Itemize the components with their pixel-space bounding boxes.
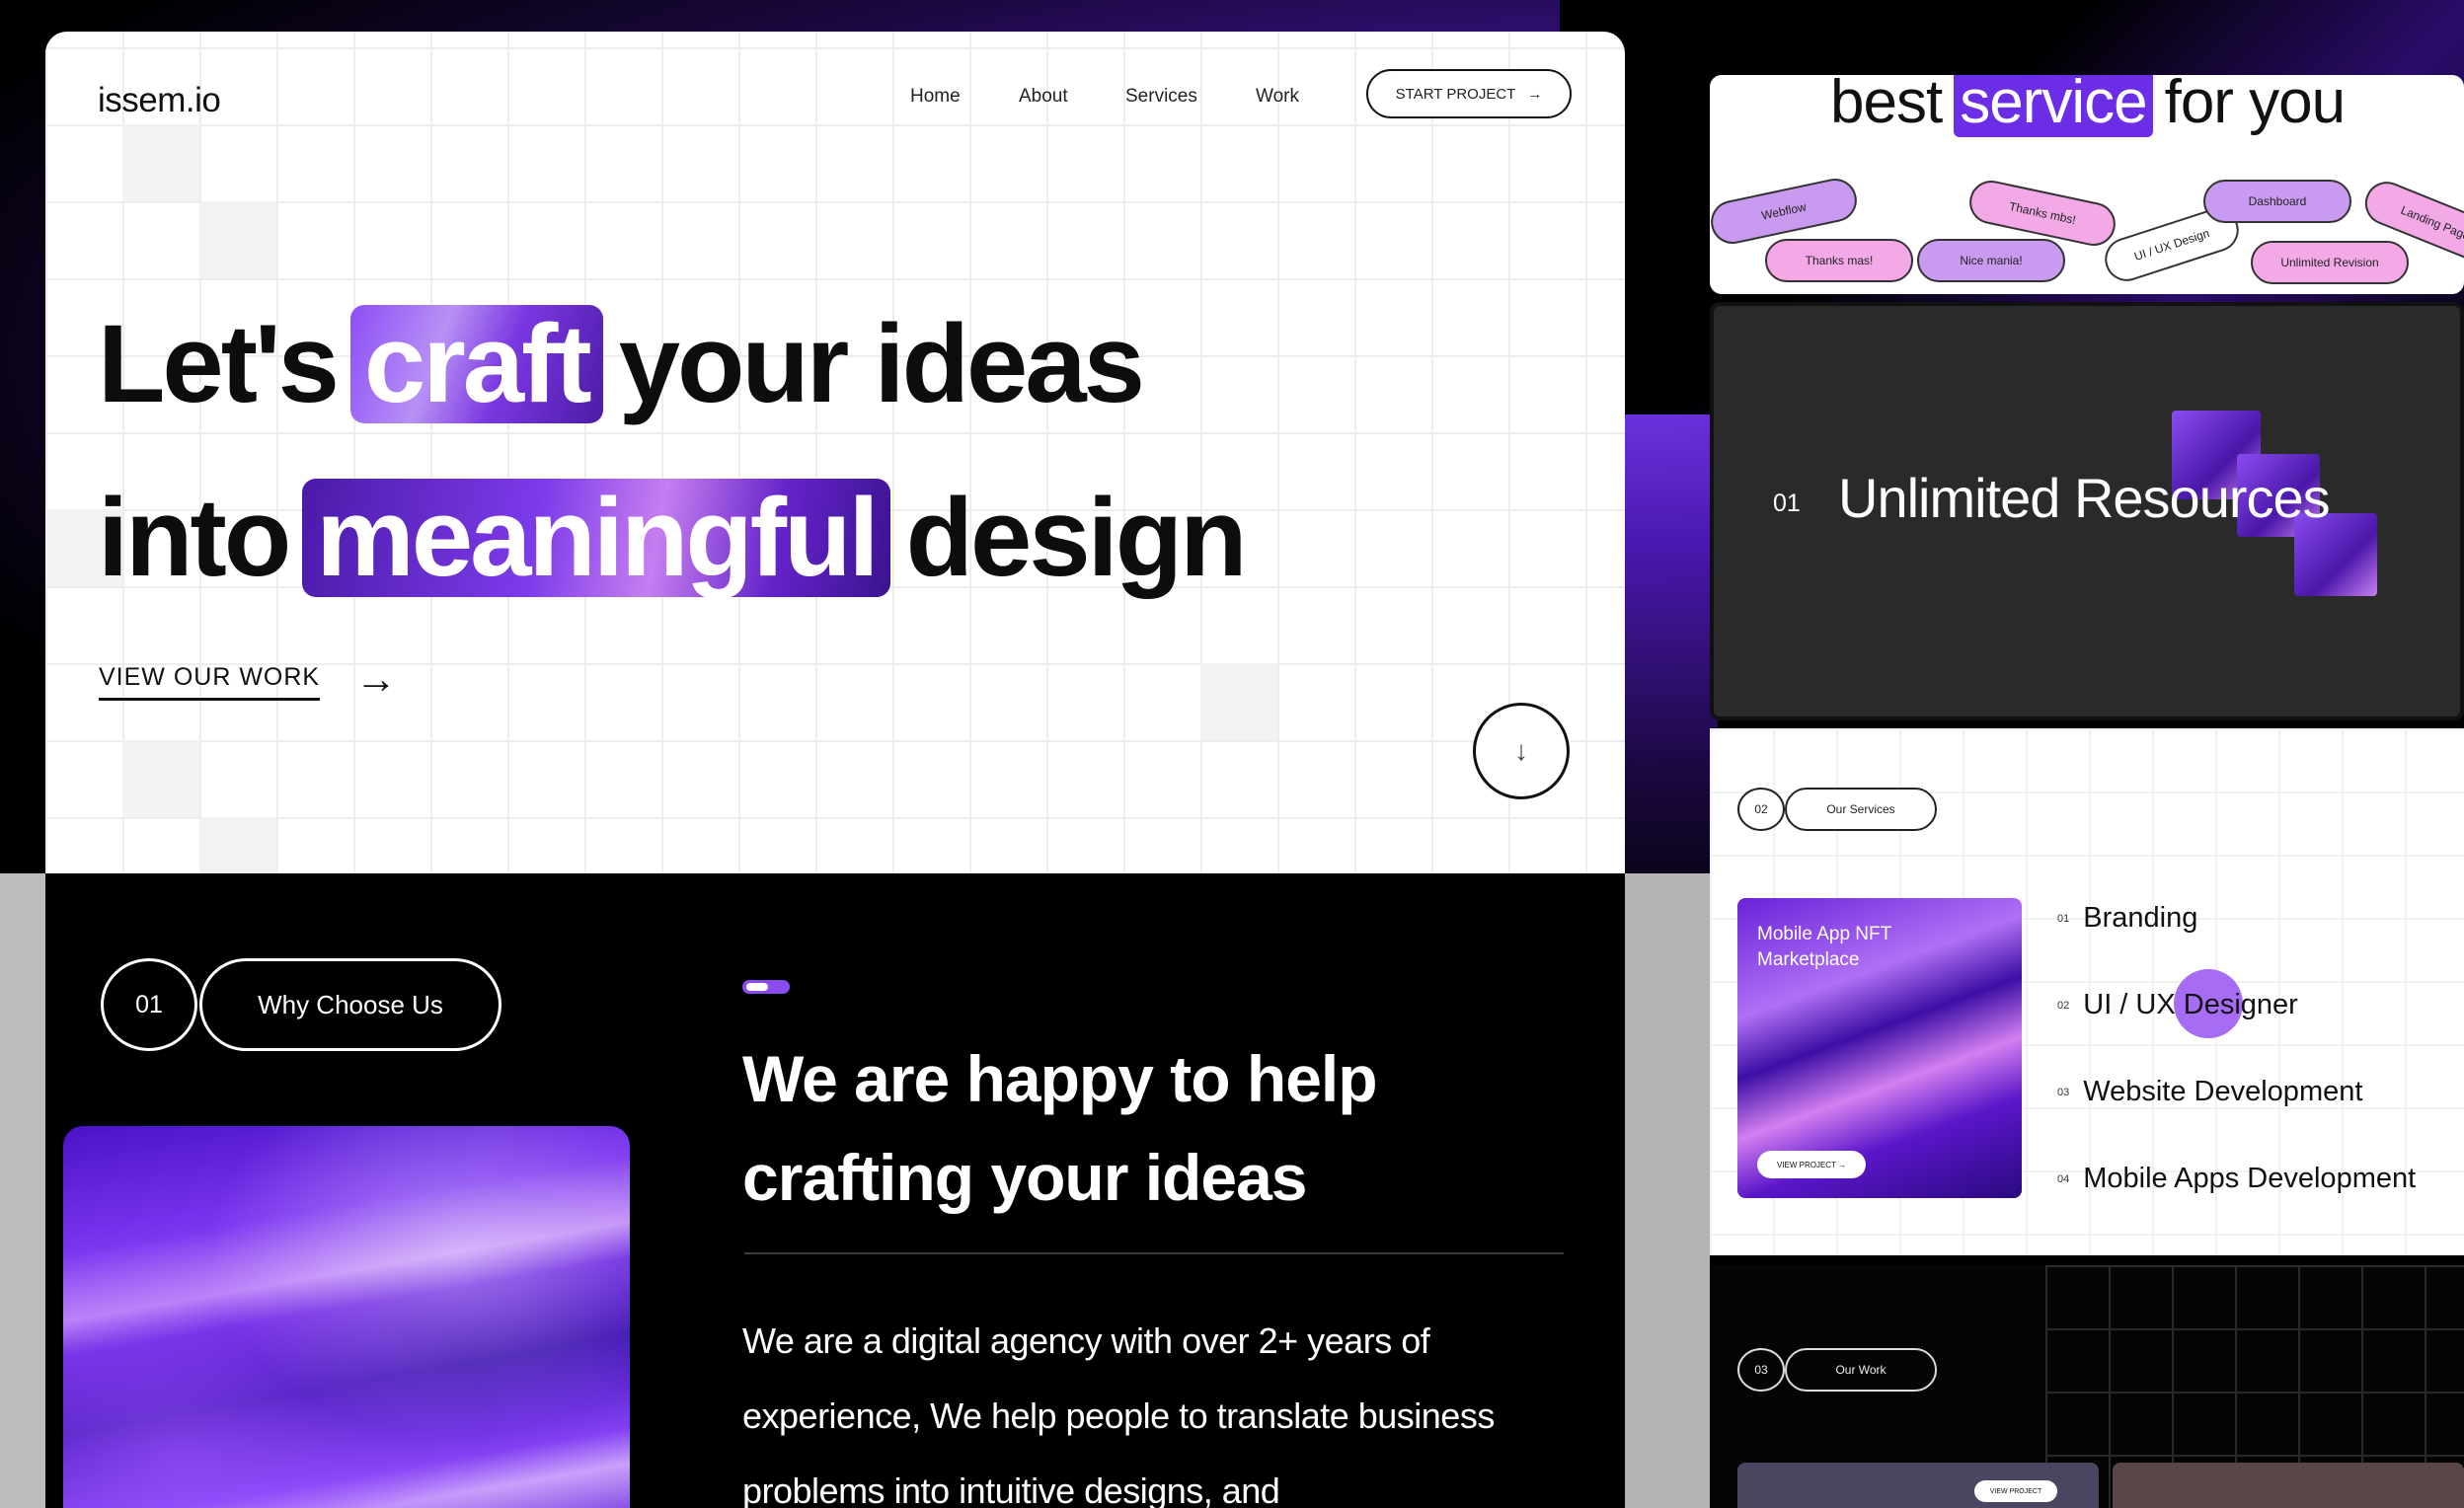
service-label: Mobile Apps Development (2083, 1163, 2417, 1194)
page-gap (1625, 873, 1710, 1508)
our-services-pill: Our Services (1785, 788, 1937, 831)
headline-highlight-craft: craft (349, 304, 603, 423)
best-service-heading: best service for you (1830, 75, 2347, 137)
service-item[interactable]: 03 Website Development (2057, 1076, 2362, 1108)
why-choose-us-pill: Why Choose Us (199, 958, 501, 1051)
service-label: Website Development (2083, 1076, 2363, 1107)
headline-word: Let's (98, 302, 340, 425)
about-body-text: We are a digital agency with over 2+ yea… (742, 1320, 1495, 1508)
section-number-badge: 02 (1737, 788, 1785, 831)
view-project-button[interactable]: VIEW PROJECT → (1757, 1151, 1866, 1178)
our-work-panel: 03 Our Work VIEW PROJECT (1710, 1265, 2464, 1508)
nav-about[interactable]: About (1019, 86, 1068, 108)
best-service-panel: best service for you Webflow Thanks mas!… (1710, 75, 2464, 294)
section-number-badge: 01 (101, 958, 197, 1051)
view-our-work-link[interactable]: VIEW OUR WORK (99, 663, 321, 701)
hero-grid-background (45, 32, 1625, 873)
service-number: 02 (2057, 999, 2070, 1012)
nav-work[interactable]: Work (1256, 86, 1299, 108)
unlimited-resources-panel: 01 Unlimited Resources (1710, 302, 2464, 720)
unlimited-resources-title: Unlimited Resources (1838, 467, 2331, 529)
abstract-purple-image (63, 1126, 630, 1508)
service-number: 03 (2057, 1086, 2070, 1098)
start-project-button[interactable]: START PROJECT → (1366, 69, 1572, 118)
mockup-stage: issem.io Home About Services Work START … (0, 0, 2464, 1508)
heading-word: for you (2164, 75, 2347, 136)
our-work-pill: Our Work (1785, 1348, 1937, 1392)
service-label: Branding (2083, 902, 2198, 934)
page-edge (0, 873, 45, 1508)
arrow-down-icon: ↓ (1514, 735, 1528, 766)
service-label: UI / UX Designer (2083, 989, 2298, 1020)
nav-services[interactable]: Services (1125, 86, 1197, 108)
headline-line-2: into meaningful design (98, 474, 1248, 601)
hero-section: issem.io Home About Services Work START … (45, 32, 1625, 873)
section-number-badge: 03 (1737, 1348, 1785, 1392)
divider (744, 1252, 1564, 1254)
project-card[interactable]: Mobile App NFT Marketplace VIEW PROJECT … (1737, 898, 2022, 1198)
headline-word: design (905, 476, 1248, 599)
tag-chip: Unlimited Revision (2251, 241, 2409, 284)
heading-word: best (1830, 75, 1943, 136)
site-logo[interactable]: issem.io (98, 81, 221, 120)
work-card[interactable]: VIEW PROJECT (1737, 1463, 2099, 1508)
work-card[interactable] (2113, 1463, 2464, 1508)
slider-indicator[interactable] (742, 980, 790, 994)
our-services-panel: 02 Our Services Mobile App NFT Marketpla… (1710, 728, 2464, 1255)
tag-chip: Thanks mas! (1765, 239, 1913, 282)
service-item[interactable]: 04 Mobile Apps Development (2057, 1163, 2416, 1195)
scroll-down-button[interactable]: ↓ (1473, 703, 1570, 799)
service-number: 04 (2057, 1172, 2070, 1185)
headline-highlight-meaningful: meaningful (302, 478, 890, 597)
arrow-right-icon: → (1527, 85, 1543, 103)
start-project-label: START PROJECT (1395, 85, 1516, 103)
service-number: 01 (2057, 912, 2070, 925)
about-title: We are happy to help crafting your ideas (742, 1042, 1378, 1214)
project-card-title: Mobile App NFT Marketplace (1757, 924, 1891, 970)
tag-chip: Webflow (1710, 174, 1861, 249)
tag-chip: Nice mania! (1917, 239, 2065, 282)
top-navigation: issem.io Home About Services Work START … (45, 32, 1625, 148)
tag-chip: Dashboard (2203, 180, 2351, 223)
why-choose-us-section: 01 Why Choose Us We are happy to help cr… (45, 873, 1625, 1508)
service-item[interactable]: 02 UI / UX Designer (2057, 989, 2298, 1021)
headline-line-1: Let's craft your ideas (98, 300, 1145, 427)
headline-word: your ideas (618, 302, 1145, 425)
view-project-button[interactable]: VIEW PROJECT (1974, 1480, 2057, 1502)
headline-word: into (98, 476, 291, 599)
service-item[interactable]: 01 Branding (2057, 902, 2197, 935)
section-number: 01 (1773, 490, 1801, 517)
heading-highlight: service (1954, 75, 2153, 137)
arrow-right-icon[interactable]: → (355, 655, 397, 703)
nav-home[interactable]: Home (910, 86, 961, 108)
